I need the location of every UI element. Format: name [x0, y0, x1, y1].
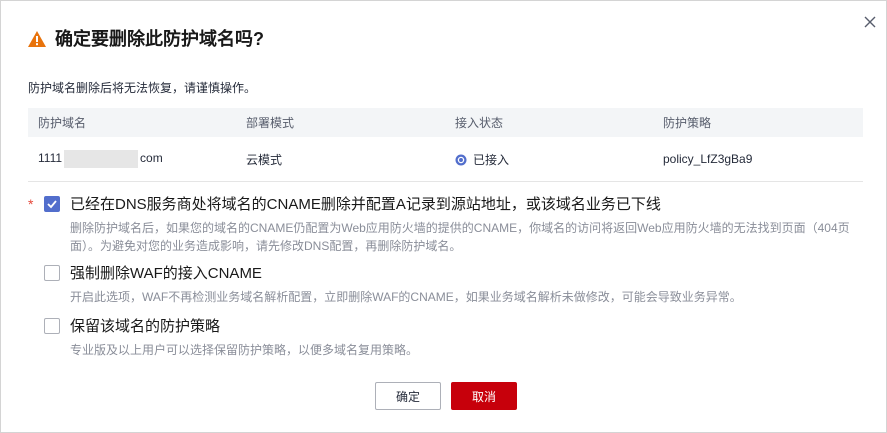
keep-policy-checkbox[interactable] [44, 317, 60, 334]
close-icon[interactable] [861, 13, 879, 31]
force-delete-cname-hint: 开启此选项，WAF不再检测业务域名解析配置，立即删除WAF的CNAME，如果业务… [70, 290, 742, 304]
dns-confirm-checkbox[interactable] [44, 195, 60, 212]
required-mark: * [28, 195, 34, 212]
dialog-title: 确定要删除此防护域名吗? [55, 29, 264, 49]
column-header-mode: 部署模式 [236, 108, 445, 137]
keep-policy-label[interactable]: 保留该域名的防护策略 [70, 315, 220, 336]
status-text: 已接入 [473, 152, 510, 167]
redacted-mask [64, 150, 139, 168]
warning-icon [27, 29, 47, 49]
column-header-policy: 防护策略 [653, 108, 863, 137]
status-cell: 已接入 [445, 137, 653, 182]
policy-cell: policy_LfZ3gBa9 [653, 137, 863, 182]
table-row: 1111 com 云模式 已接入 policy_LfZ3gBa9 [28, 137, 863, 182]
delete-domain-dialog: 确定要删除此防护域名吗? 防护域名删除后将无法恢复，请谨慎操作。 防护域名 部署… [0, 0, 887, 433]
option-dns-confirm: * 已经在DNS服务商处将域名的CNAME删除并配置A记录到源站地址，或该域名业… [28, 193, 860, 255]
option-keep-policy: 保留该域名的防护策略 专业版及以上用户可以选择保留防护策略，以便多域名复用策略。 [28, 315, 860, 359]
force-delete-cname-checkbox[interactable] [44, 264, 60, 281]
dns-confirm-label[interactable]: 已经在DNS服务商处将域名的CNAME删除并配置A记录到源站地址，或该域名业务已… [70, 193, 661, 214]
column-header-status: 接入状态 [445, 108, 653, 137]
confirm-button[interactable]: 确定 [375, 382, 441, 410]
force-delete-cname-label[interactable]: 强制删除WAF的接入CNAME [70, 262, 262, 283]
domain-cell: 1111 com [28, 137, 236, 182]
dialog-description: 防护域名删除后将无法恢复，请谨慎操作。 [28, 81, 257, 95]
connected-status-icon [455, 154, 467, 166]
keep-policy-hint: 专业版及以上用户可以选择保留防护策略，以便多域名复用策略。 [70, 343, 419, 357]
cancel-button[interactable]: 取消 [451, 382, 517, 410]
mode-cell: 云模式 [236, 137, 445, 182]
domain-suffix: com [140, 151, 163, 166]
dns-confirm-hint: 删除防护域名后，如果您的域名的CNAME仍配置为Web应用防火墙的提供的CNAM… [70, 221, 850, 253]
option-force-delete-cname: 强制删除WAF的接入CNAME 开启此选项，WAF不再检测业务域名解析配置，立即… [28, 262, 860, 306]
table-header-row: 防护域名 部署模式 接入状态 防护策略 [28, 108, 863, 137]
domain-prefix: 1111 [38, 151, 63, 166]
dialog-header: 确定要删除此防护域名吗? [27, 27, 264, 51]
column-header-domain: 防护域名 [28, 108, 236, 137]
domain-table: 防护域名 部署模式 接入状态 防护策略 1111 com 云模式 已接入 pol… [28, 108, 863, 182]
